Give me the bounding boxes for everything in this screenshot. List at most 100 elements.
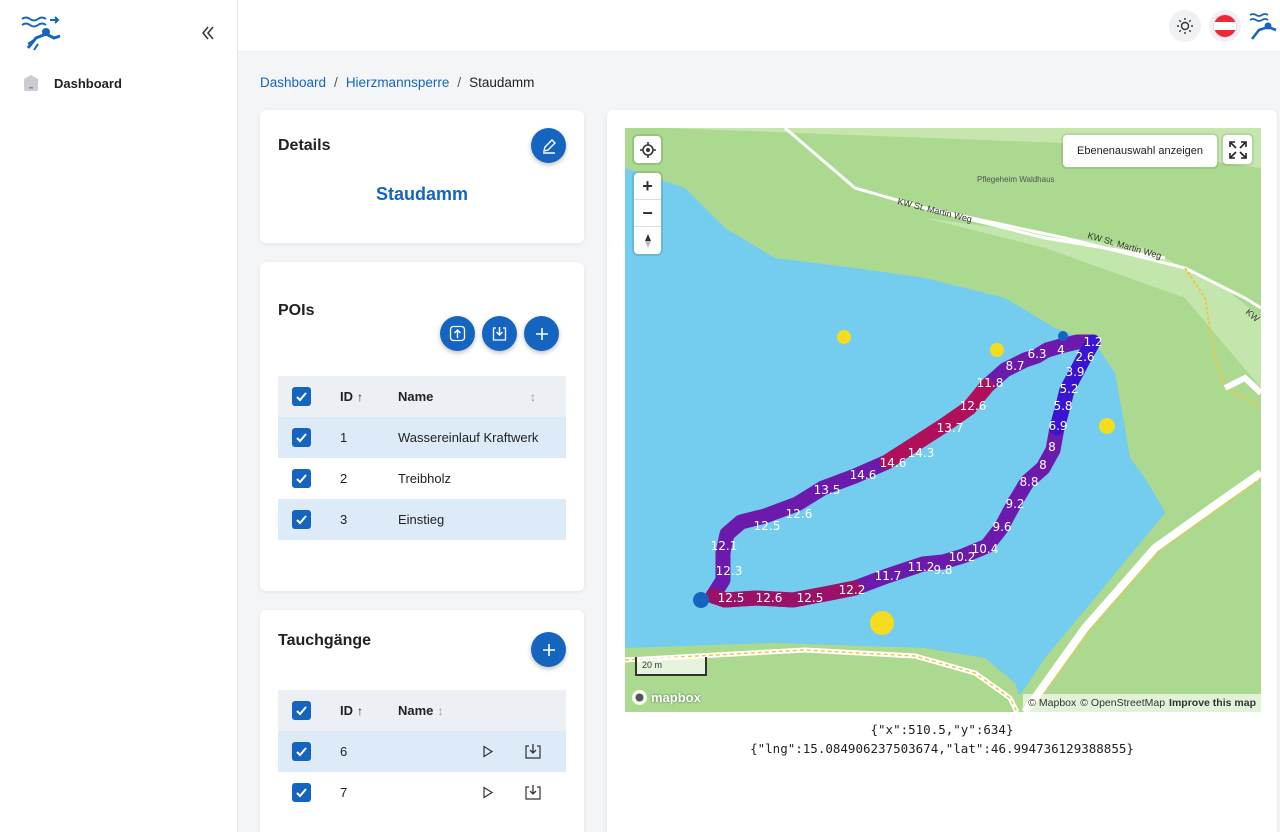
sun-icon [1177, 18, 1193, 34]
attribution-osm[interactable]: © OpenStreetMap [1080, 697, 1165, 709]
column-header-id[interactable]: ID [340, 389, 353, 404]
depth-label: 14.6 [850, 468, 877, 482]
compass-icon [644, 233, 651, 248]
column-header-name[interactable]: Name [398, 389, 433, 404]
row-checkbox[interactable] [292, 742, 311, 761]
upload-pois-button[interactable] [440, 316, 475, 351]
improve-map-link[interactable]: Improve this map [1169, 697, 1256, 709]
sort-icon[interactable]: ↕ [437, 704, 443, 718]
theme-toggle-button[interactable] [1169, 10, 1201, 42]
depth-label: 6.3 [1027, 347, 1046, 361]
table-row[interactable]: 2 Treibholz [278, 458, 566, 499]
column-header-id[interactable]: ID [340, 703, 353, 718]
row-checkbox[interactable] [292, 428, 311, 447]
language-button[interactable] [1209, 10, 1241, 42]
pixel-coordinates: {"x":510.5,"y":634} [870, 722, 1014, 737]
breadcrumb-current: Staudamm [469, 75, 535, 90]
compass-button[interactable] [634, 227, 661, 254]
attribution-mapbox[interactable]: © Mapbox [1028, 697, 1076, 709]
breadcrumb-link-hierzmannsperre[interactable]: Hierzmannsperre [346, 75, 450, 90]
depth-label: 11.7 [875, 569, 902, 583]
pois-table: ID ↑ Name ↕ 1 Wassereinlauf Kraftwerk 2 T… [278, 376, 566, 540]
depth-label: 13.7 [937, 421, 964, 435]
select-all-checkbox[interactable] [292, 387, 311, 406]
cell-id: 2 [340, 471, 348, 486]
sidebar-item-dashboard[interactable]: Dashboard [22, 74, 122, 92]
row-checkbox[interactable] [292, 783, 311, 802]
depth-label: 8 [1048, 440, 1056, 454]
collapse-sidebar-icon[interactable] [198, 24, 218, 42]
breadcrumb: Dashboard / Hierzmannsperre / Staudamm [260, 75, 535, 90]
depth-label: 6.9 [1048, 419, 1067, 433]
depth-label: 9.2 [1005, 497, 1024, 511]
spot-name: Staudamm [375, 184, 469, 204]
depth-label: 14.3 [908, 446, 935, 460]
poi-marker[interactable] [990, 343, 1004, 357]
details-title: Details [278, 137, 331, 154]
table-row[interactable]: 7 [278, 772, 566, 813]
column-header-name[interactable]: Name [398, 703, 433, 718]
zoom-out-button[interactable]: − [634, 200, 661, 227]
row-checkbox[interactable] [292, 510, 311, 529]
download-pois-button[interactable] [482, 316, 517, 351]
plus-icon [542, 643, 555, 656]
select-all-checkbox[interactable] [292, 701, 311, 720]
diver-logo-icon[interactable] [20, 14, 64, 52]
depth-label: 12.5 [754, 519, 781, 533]
depth-label: 9.8 [933, 563, 952, 577]
geolocate-button[interactable] [634, 136, 661, 163]
mapbox-icon [632, 690, 647, 705]
poi-marker[interactable] [870, 611, 894, 635]
fullscreen-button[interactable] [1223, 135, 1252, 164]
depth-label: 14.6 [880, 456, 907, 470]
dashboard-icon [24, 75, 38, 91]
download-icon [492, 327, 507, 341]
row-checkbox[interactable] [292, 469, 311, 488]
breadcrumb-link-dashboard[interactable]: Dashboard [260, 75, 326, 90]
mapbox-logo-text: mapbox [651, 690, 701, 705]
depth-label: 12.1 [711, 539, 738, 553]
poi-marker[interactable] [1099, 418, 1115, 434]
table-row[interactable]: 3 Einstieg [278, 499, 566, 540]
play-icon[interactable] [482, 745, 494, 758]
table-row[interactable]: 1 Wassereinlauf Kraftwerk [278, 417, 566, 458]
table-header: ID ↑ Name ↕ [278, 690, 566, 731]
user-avatar-icon[interactable] [1248, 10, 1278, 42]
depth-label: 11.2 [908, 560, 935, 574]
play-icon[interactable] [482, 786, 494, 799]
depth-label: 8.8 [1019, 475, 1038, 489]
poi-marker[interactable] [837, 330, 851, 344]
download-icon[interactable] [524, 783, 542, 801]
fullscreen-icon [1228, 140, 1247, 159]
download-icon[interactable] [524, 742, 542, 760]
depth-label: 12.3 [716, 564, 743, 578]
depth-label: 12.6 [786, 507, 813, 521]
dives-title: Tauchgänge [278, 632, 372, 649]
table-row[interactable]: 6 [278, 731, 566, 772]
dives-table: ID ↑ Name ↕ 6 7 [278, 690, 566, 813]
map[interactable]: Pflegeheim Waldhaus KW St. Martin Weg KW… [625, 128, 1261, 712]
map-card: Pflegeheim Waldhaus KW St. Martin Weg KW… [607, 110, 1277, 832]
depth-label: 10.2 [949, 550, 976, 564]
add-poi-button[interactable] [524, 316, 559, 351]
top-bar [238, 0, 1280, 52]
edit-button[interactable] [531, 128, 566, 163]
sort-asc-icon[interactable]: ↑ [357, 704, 363, 718]
scale-bar: 20 m [635, 657, 707, 676]
add-dive-button[interactable] [531, 632, 566, 667]
map-canvas[interactable]: Pflegeheim Waldhaus KW St. Martin Weg KW… [625, 128, 1261, 712]
depth-label: 12.2 [839, 583, 866, 597]
pois-title: POIs [278, 302, 315, 319]
dives-card: Tauchgänge ID ↑ Name ↕ 6 7 [260, 610, 584, 832]
depth-label: 13.5 [814, 483, 841, 497]
layer-selection-button[interactable]: Ebenenauswahl anzeigen [1063, 135, 1217, 167]
sort-asc-icon[interactable]: ↑ [357, 390, 363, 404]
cell-name: Wassereinlauf Kraftwerk [398, 430, 539, 445]
depth-label: 10.4 [972, 542, 999, 556]
mapbox-logo[interactable]: mapbox [631, 689, 701, 706]
sort-icon[interactable]: ↕ [530, 390, 536, 404]
geolocate-control[interactable] [634, 136, 661, 163]
details-card: Details Staudamm [260, 110, 584, 243]
zoom-in-button[interactable]: + [634, 173, 661, 200]
depth-label: 5.2 [1059, 382, 1078, 396]
